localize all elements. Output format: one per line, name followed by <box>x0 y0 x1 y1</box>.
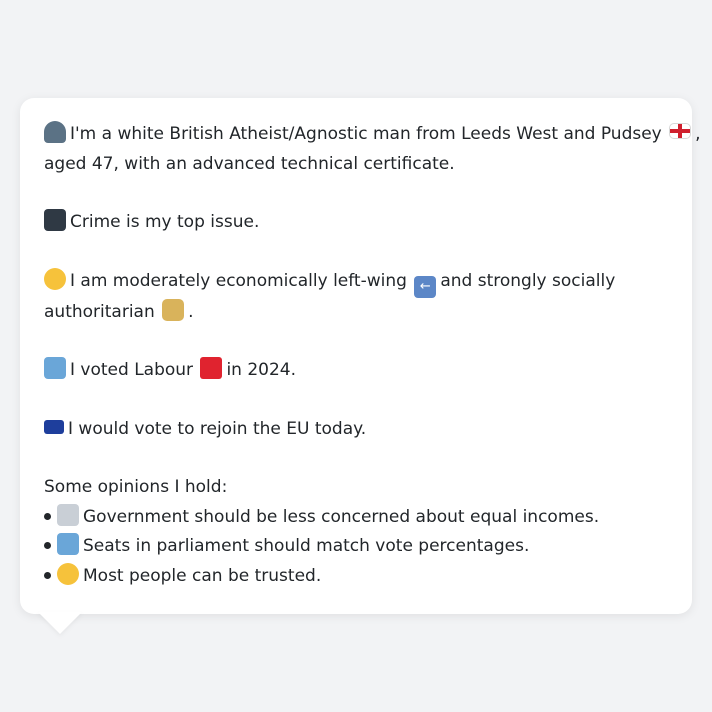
vote-text-b: in 2024. <box>226 360 297 380</box>
bubble-tail <box>38 612 82 634</box>
intro-line-2: aged 47, with an advanced technical cert… <box>44 153 455 174</box>
lock-icon <box>162 298 185 321</box>
left-arrow-icon: ← <box>414 275 437 298</box>
opinion-text: Seats in parliament should match vote pe… <box>83 536 530 556</box>
opinion-text: Government should be less concerned abou… <box>83 506 600 527</box>
eu-line: I would vote to rejoin the EU today. <box>44 415 668 445</box>
bullet-icon <box>44 542 51 549</box>
judge-icon <box>57 503 79 526</box>
ideology-line-2: authoritarian . <box>44 298 668 328</box>
smiling-face-icon <box>57 562 79 585</box>
top-issue-line: Crime is my top issue. <box>44 208 668 238</box>
ideology-text-2a: authoritarian <box>44 301 155 322</box>
bullet-icon <box>44 571 51 579</box>
ballot-box-icon <box>57 533 79 555</box>
vote-line: I voted Labour in 2024. <box>44 356 668 386</box>
top-issue-text: Crime is my top issue. <box>70 212 260 232</box>
list-item: Most people can be trusted. <box>44 562 668 592</box>
ideology-text-1a: I am moderately economically left-wing <box>70 270 407 291</box>
eu-text: I would vote to rejoin the EU today. <box>68 418 367 439</box>
england-flag-icon <box>669 123 692 139</box>
ideology-line-1: I am moderately economically left-wing ←… <box>44 267 668 298</box>
ideology-text-1b: and strongly socially <box>440 270 616 291</box>
red-square-icon <box>200 357 223 379</box>
vote-text-a: I voted Labour <box>70 360 194 380</box>
eu-flag-icon <box>44 419 64 434</box>
profile-card: I'm a white British Atheist/Agnostic man… <box>20 98 701 614</box>
bullet-icon <box>44 512 51 520</box>
thinking-face-icon <box>44 267 66 290</box>
opinion-text: Most people can be trusted. <box>83 565 322 586</box>
list-item: Government should be less concerned abou… <box>44 503 668 533</box>
bust-in-silhouette-icon <box>44 121 66 143</box>
intro-line-1: I'm a white British Atheist/Agnostic man… <box>44 120 701 150</box>
intro-comma: , <box>695 124 701 144</box>
ballot-box-icon <box>44 357 66 379</box>
intro-text-1: I'm a white British Atheist/Agnostic man… <box>70 124 662 144</box>
opinions-heading: Some opinions I hold: <box>44 477 228 497</box>
list-item: Seats in parliament should match vote pe… <box>44 532 668 562</box>
police-car-icon <box>44 209 66 231</box>
ideology-text-2b: . <box>188 301 194 322</box>
